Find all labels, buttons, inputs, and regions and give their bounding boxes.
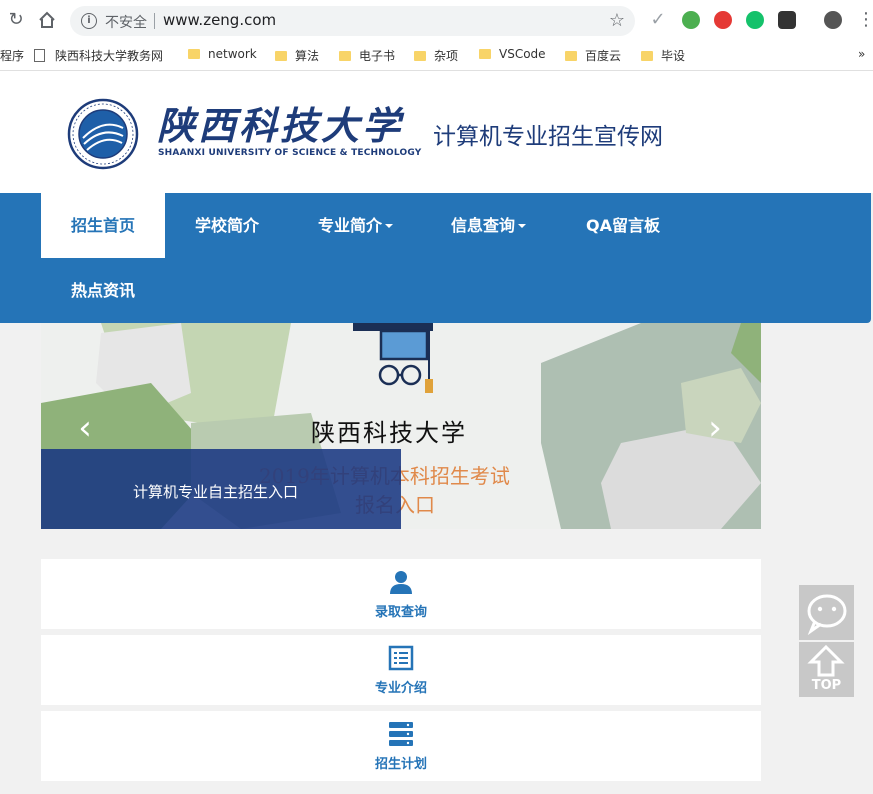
site-title: 计算机专业招生宣传网	[433, 124, 663, 150]
bookmark-folder[interactable]: network	[188, 47, 257, 61]
folder-icon	[414, 51, 426, 61]
card-label: 录取查询	[374, 605, 427, 620]
browser-toolbar: ↻ i 不安全 www.zeng.com ☆ ✓ ⋮	[0, 0, 873, 42]
folder-icon	[188, 49, 200, 59]
extension-dark-icon[interactable]	[778, 11, 796, 29]
chevron-down-icon	[518, 224, 526, 228]
bookmark-folder[interactable]: VSCode	[479, 47, 546, 61]
logo-english-name: SHAANXI UNIVERSITY OF SCIENCE & TECHNOLO…	[158, 148, 422, 158]
card-enrollment-plan[interactable]: 招生计划	[41, 711, 761, 781]
university-seal-icon[interactable]	[67, 98, 139, 170]
bookmarks-overflow[interactable]: »	[858, 47, 865, 61]
grammarly-icon[interactable]	[746, 11, 764, 29]
graduation-cap-icon	[353, 323, 433, 393]
bookmark-folder[interactable]: 算法	[275, 47, 319, 64]
banner-carousel[interactable]: 陕西科技大学 2019年计算机本科招生考试 报名入口 计算机专业自主招生入口 ‹…	[41, 323, 761, 529]
url-text[interactable]: www.zeng.com	[163, 11, 276, 29]
card-label: 招生计划	[374, 757, 427, 772]
extension-globe-icon[interactable]	[682, 11, 700, 29]
bookmark-item[interactable]: 陕西科技大学教务网	[34, 47, 163, 64]
folder-icon	[339, 51, 351, 61]
folder-icon	[641, 51, 653, 61]
carousel-caption[interactable]: 计算机专业自主招生入口	[41, 449, 401, 529]
arrow-up-icon	[807, 644, 845, 677]
nav-major-intro[interactable]: 专业简介	[289, 193, 422, 258]
nav-home[interactable]: 招生首页	[41, 193, 165, 258]
menu-dots-icon[interactable]: ⋮	[856, 10, 873, 30]
folder-icon	[275, 51, 287, 61]
check-icon[interactable]: ✓	[648, 10, 668, 30]
back-to-top-button[interactable]: TOP	[799, 642, 854, 697]
main-nav: 招生首页 学校简介 专业简介 信息查询 QA留言板 热点资讯	[0, 193, 871, 323]
page-icon	[34, 49, 45, 62]
carousel-prev-button[interactable]: ‹	[73, 411, 97, 445]
bookmark-folder[interactable]: 杂项	[414, 47, 458, 64]
folder-icon	[479, 49, 491, 59]
chevron-down-icon	[385, 224, 393, 228]
home-icon[interactable]	[37, 10, 57, 30]
bookmark-folder[interactable]: 电子书	[339, 47, 395, 64]
info-icon[interactable]: i	[81, 13, 97, 29]
wechat-button[interactable]	[799, 585, 854, 640]
folder-icon	[565, 51, 577, 61]
banner-title: 陕西科技大学	[311, 419, 467, 447]
reload-icon[interactable]: ↻	[6, 10, 26, 30]
bookmark-folder[interactable]: 百度云	[565, 47, 621, 64]
extension-infinity-icon[interactable]	[714, 11, 732, 29]
user-icon	[390, 571, 412, 594]
top-label: TOP	[811, 678, 842, 693]
address-separator	[154, 13, 155, 29]
bookmarks-bar: 程序 陕西科技大学教务网 network 算法 电子书 杂项 VSCode 百度…	[0, 42, 873, 71]
card-admission-query[interactable]: 录取查询	[41, 559, 761, 629]
card-major-intro[interactable]: 专业介绍	[41, 635, 761, 705]
bookmark-star-icon[interactable]: ☆	[609, 10, 625, 31]
card-label: 专业介绍	[374, 681, 427, 696]
profile-avatar[interactable]	[824, 11, 842, 29]
nav-hot-news[interactable]: 热点资讯	[41, 258, 165, 323]
insecure-label: 不安全	[105, 15, 147, 31]
logo-chinese-name: 陕西科技大学	[157, 103, 404, 148]
server-icon	[389, 722, 413, 746]
nav-qa-board[interactable]: QA留言板	[555, 193, 691, 258]
carousel-next-button[interactable]: ›	[703, 411, 727, 445]
address-bar[interactable]: i 不安全 www.zeng.com ☆	[70, 6, 635, 36]
caption-text: 计算机专业自主招生入口	[133, 483, 299, 501]
nav-info-query[interactable]: 信息查询	[422, 193, 555, 258]
site-header: 陕西科技大学 SHAANXI UNIVERSITY OF SCIENCE & T…	[0, 71, 873, 193]
list-icon	[388, 645, 414, 671]
chat-bubble-icon	[807, 594, 847, 636]
bookmark-item[interactable]: 程序	[0, 47, 24, 64]
nav-school-intro[interactable]: 学校简介	[165, 193, 289, 258]
bookmark-folder[interactable]: 毕设	[641, 47, 685, 64]
